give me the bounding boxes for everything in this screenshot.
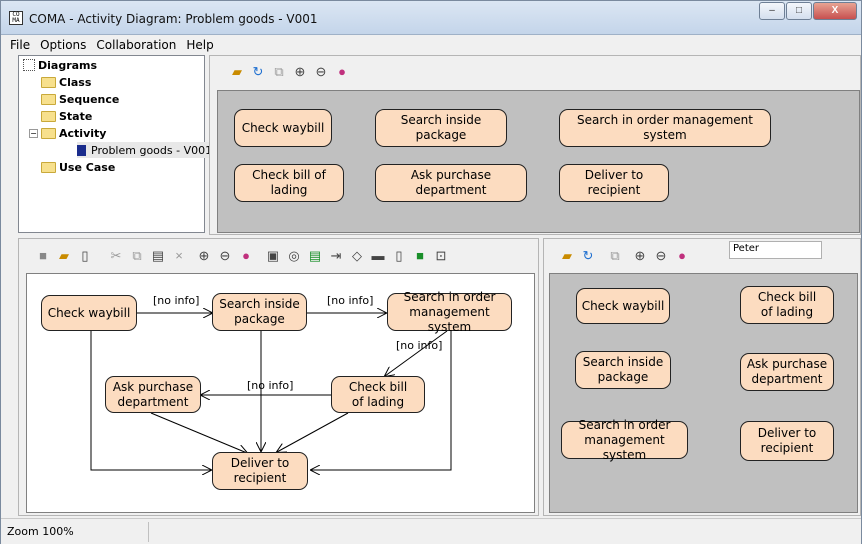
node-label: Ask purchase <box>112 379 194 394</box>
zoom-out-icon[interactable]: ⊖ <box>652 248 670 264</box>
open-folder-icon[interactable]: ▰ <box>558 248 576 264</box>
collaborator-user-field[interactable]: Peter <box>729 241 822 259</box>
zoom-fit-icon[interactable]: ● <box>673 248 691 264</box>
main-node-deliver[interactable]: Deliver to recipient <box>212 452 308 490</box>
node-label: Check waybill <box>581 298 665 313</box>
collaborator-toolbar: ▰ ↻ ⧉ ⊕ ⊖ ● <box>558 248 694 264</box>
edge-label: [no info] <box>327 294 374 307</box>
node-label: management system <box>584 432 665 462</box>
main-node-search-oms[interactable]: Search in order management system <box>387 289 512 334</box>
node-label: Search inside <box>219 297 300 311</box>
node-label: Ask purchase <box>746 357 828 371</box>
app-window: CO MA COMA - Activity Diagram: Problem g… <box>0 0 862 544</box>
node-label: Deliver to <box>230 456 290 470</box>
zoom-status: Zoom 100% <box>7 525 74 538</box>
right-node-check-waybill[interactable]: Check waybill <box>576 288 670 324</box>
node-label: Deliver to <box>757 426 817 440</box>
node-label: management system <box>409 304 490 334</box>
node-label: of lading <box>760 305 814 319</box>
node-label: package <box>597 370 649 384</box>
status-divider <box>148 522 149 542</box>
status-bar: Zoom 100% <box>1 518 861 544</box>
edge-bill-to-deliver <box>277 412 349 452</box>
node-label: package <box>234 312 285 326</box>
main-node-check-waybill[interactable]: Check waybill <box>41 295 137 331</box>
node-label: Search in order <box>578 417 671 432</box>
edge-label: [no info] <box>396 339 443 352</box>
right-node-search-package[interactable]: Search inside package <box>575 351 671 389</box>
zoom-in-icon[interactable]: ⊕ <box>631 248 649 264</box>
edge-oms-to-bill <box>385 330 448 376</box>
main-node-check-bill[interactable]: Check bill of lading <box>331 376 425 413</box>
refresh-icon[interactable]: ↻ <box>579 248 597 264</box>
edge-label: [no info] <box>247 379 294 392</box>
main-node-ask-purchase[interactable]: Ask purchase department <box>105 376 201 413</box>
right-node-ask-purchase[interactable]: Ask purchase department <box>740 353 834 391</box>
node-label: Check waybill <box>47 305 131 320</box>
main-node-search-package[interactable]: Search inside package <box>212 293 307 331</box>
node-label: of lading <box>351 394 405 409</box>
node-label: Check bill <box>348 379 408 394</box>
node-label: Check bill <box>757 290 817 304</box>
right-node-deliver[interactable]: Deliver to recipient <box>740 421 834 461</box>
edge-label: [no info] <box>153 294 200 307</box>
edge-purchase-to-deliver <box>150 412 247 453</box>
node-label: Search in order <box>403 289 496 304</box>
node-label: Search inside <box>582 355 664 369</box>
node-label: recipient <box>760 441 814 455</box>
copy-icon[interactable]: ⧉ <box>606 248 624 264</box>
right-node-search-oms[interactable]: Search in order management system <box>561 417 688 462</box>
right-node-check-bill[interactable]: Check bill of lading <box>740 286 834 324</box>
node-label: department <box>751 372 823 386</box>
node-label: recipient <box>233 471 287 485</box>
node-label: department <box>117 394 189 409</box>
